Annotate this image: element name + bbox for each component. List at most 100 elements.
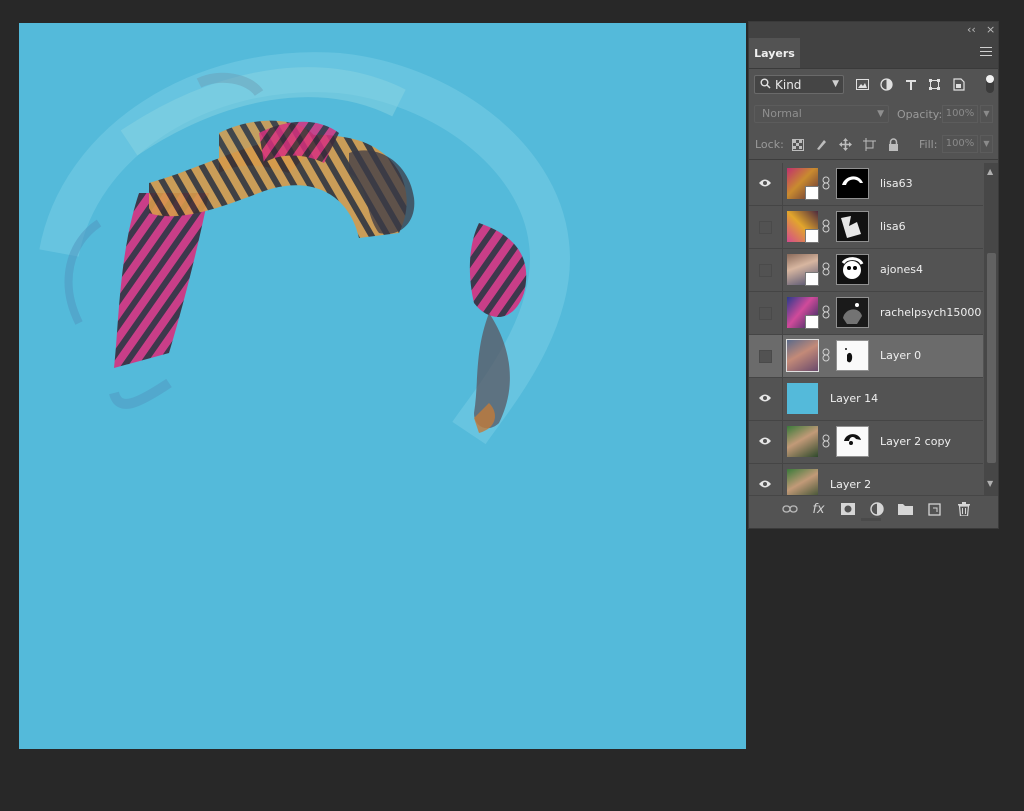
blend-mode-value: Normal	[762, 107, 802, 120]
fill-field[interactable]: 100%	[942, 135, 978, 153]
layers-bottom-toolbar: fx	[749, 495, 998, 522]
layer-row-lisa63[interactable]: lisa63	[749, 163, 983, 206]
visibility-toggle[interactable]	[749, 335, 783, 377]
filter-toggle[interactable]	[986, 75, 994, 93]
eye-icon	[759, 179, 771, 187]
layers-panel: ‹‹ × Layers Kind ▼ Normal ▼ Opacity: 100…	[748, 21, 999, 529]
smart-object-badge-icon	[805, 272, 819, 286]
panel-menu-icon[interactable]	[980, 47, 992, 57]
new-group-icon[interactable]	[897, 501, 914, 517]
layer-name[interactable]: rachelpsych15000	[880, 306, 981, 319]
lock-position-icon[interactable]	[838, 137, 853, 152]
layer-mask-thumbnail[interactable]	[836, 340, 869, 371]
visibility-toggle[interactable]	[749, 163, 783, 205]
layer-mask-thumbnail[interactable]	[836, 254, 869, 285]
fill-label: Fill:	[919, 138, 938, 151]
layer-name[interactable]: Layer 14	[830, 392, 878, 405]
layers-scrollbar[interactable]: ▲ ▼	[984, 163, 998, 495]
chevron-down-icon: ▼	[832, 79, 839, 89]
layer-row-layer-14[interactable]: Layer 14	[749, 378, 983, 421]
adjustment-filter-icon[interactable]	[879, 77, 894, 92]
layer-mask-thumbnail[interactable]	[836, 426, 869, 457]
panel-tab-bar: Layers	[749, 38, 998, 69]
lock-row: Lock: Fill: 100% ▼	[749, 129, 998, 160]
shape-filter-icon[interactable]	[927, 77, 942, 92]
layer-row-layer-2-copy[interactable]: Layer 2 copy	[749, 421, 983, 464]
layer-name[interactable]: Layer 2 copy	[880, 435, 951, 448]
document-canvas[interactable]	[19, 23, 746, 749]
visibility-off-box	[759, 264, 772, 277]
visibility-toggle[interactable]	[749, 421, 783, 463]
blend-mode-dropdown[interactable]: Normal ▼	[754, 105, 889, 123]
link-icon[interactable]	[822, 434, 830, 448]
visibility-off-box	[759, 221, 772, 234]
link-icon[interactable]	[822, 348, 830, 362]
search-icon	[760, 78, 771, 92]
collapse-panel-button[interactable]: ‹‹	[967, 23, 976, 36]
layer-thumbnail[interactable]	[787, 469, 818, 495]
new-layer-icon[interactable]	[926, 501, 943, 517]
opacity-label: Opacity:	[897, 108, 943, 121]
link-layers-icon[interactable]	[781, 501, 798, 517]
layer-name[interactable]: lisa63	[880, 177, 913, 190]
layer-filter-row: Kind ▼	[749, 69, 998, 99]
add-mask-icon[interactable]	[839, 501, 856, 517]
trash-icon[interactable]	[955, 501, 972, 517]
layer-name[interactable]: lisa6	[880, 220, 906, 233]
image-filter-icon[interactable]	[855, 77, 870, 92]
visibility-toggle[interactable]	[749, 249, 783, 291]
layer-mask-thumbnail[interactable]	[836, 168, 869, 199]
scroll-down-icon[interactable]: ▼	[987, 479, 993, 488]
layer-thumbnail[interactable]	[787, 383, 818, 414]
scroll-thumb[interactable]	[987, 253, 996, 463]
opacity-dropdown-arrow[interactable]: ▼	[980, 105, 993, 123]
layer-row-ajones4[interactable]: ajones4	[749, 249, 983, 292]
layer-name[interactable]: ajones4	[880, 263, 923, 276]
chevron-down-icon: ▼	[877, 109, 884, 119]
type-filter-icon[interactable]	[903, 77, 918, 92]
layer-row-layer-0[interactable]: Layer 0	[749, 335, 983, 378]
opacity-field[interactable]: 100%	[942, 105, 978, 123]
layer-row-layer-2[interactable]: Layer 2	[749, 464, 983, 495]
tab-layers[interactable]: Layers	[749, 38, 800, 68]
visibility-toggle[interactable]	[749, 292, 783, 334]
fill-dropdown-arrow[interactable]: ▼	[980, 135, 993, 153]
visibility-toggle[interactable]	[749, 464, 783, 495]
eye-icon	[759, 437, 771, 445]
canvas-artwork	[39, 52, 570, 445]
layer-name[interactable]: Layer 2	[830, 478, 871, 491]
link-icon[interactable]	[822, 262, 830, 276]
layer-row-rachelpsych15000[interactable]: rachelpsych15000	[749, 292, 983, 335]
link-icon[interactable]	[822, 305, 830, 319]
link-icon[interactable]	[822, 176, 830, 190]
panel-resize-grip[interactable]	[861, 518, 881, 521]
smart-object-badge-icon	[805, 315, 819, 329]
layers-list: lisa63 lisa6 ajones4 rachelpsych15000 La…	[749, 163, 983, 495]
link-icon[interactable]	[822, 219, 830, 233]
panel-top-bar: ‹‹ ×	[749, 22, 998, 38]
filter-kind-dropdown[interactable]: Kind ▼	[754, 75, 844, 94]
layer-thumbnail[interactable]	[786, 339, 819, 372]
layer-mask-thumbnail[interactable]	[836, 211, 869, 242]
fx-icon[interactable]: fx	[810, 501, 827, 517]
lock-artboard-icon[interactable]	[862, 137, 877, 152]
layer-mask-thumbnail[interactable]	[836, 297, 869, 328]
lock-transparent-pixels-icon[interactable]	[790, 137, 805, 152]
eye-icon	[759, 480, 771, 488]
visibility-toggle[interactable]	[749, 206, 783, 248]
layer-thumbnail[interactable]	[787, 426, 818, 457]
scroll-up-icon[interactable]: ▲	[987, 167, 993, 176]
close-panel-button[interactable]: ×	[986, 23, 995, 36]
visibility-toggle[interactable]	[749, 378, 783, 420]
smart-object-filter-icon[interactable]	[951, 77, 966, 92]
layer-row-lisa6[interactable]: lisa6	[749, 206, 983, 249]
lock-all-icon[interactable]	[886, 137, 901, 152]
filter-kind-label: Kind	[775, 77, 802, 92]
lock-label: Lock:	[755, 138, 784, 151]
lock-image-pixels-icon[interactable]	[814, 137, 829, 152]
adjustment-layer-icon[interactable]	[868, 501, 885, 517]
smart-object-badge-icon	[805, 186, 819, 200]
blend-row: Normal ▼ Opacity: 100% ▼	[749, 99, 998, 129]
layer-name[interactable]: Layer 0	[880, 349, 921, 362]
visibility-off-box	[759, 307, 772, 320]
